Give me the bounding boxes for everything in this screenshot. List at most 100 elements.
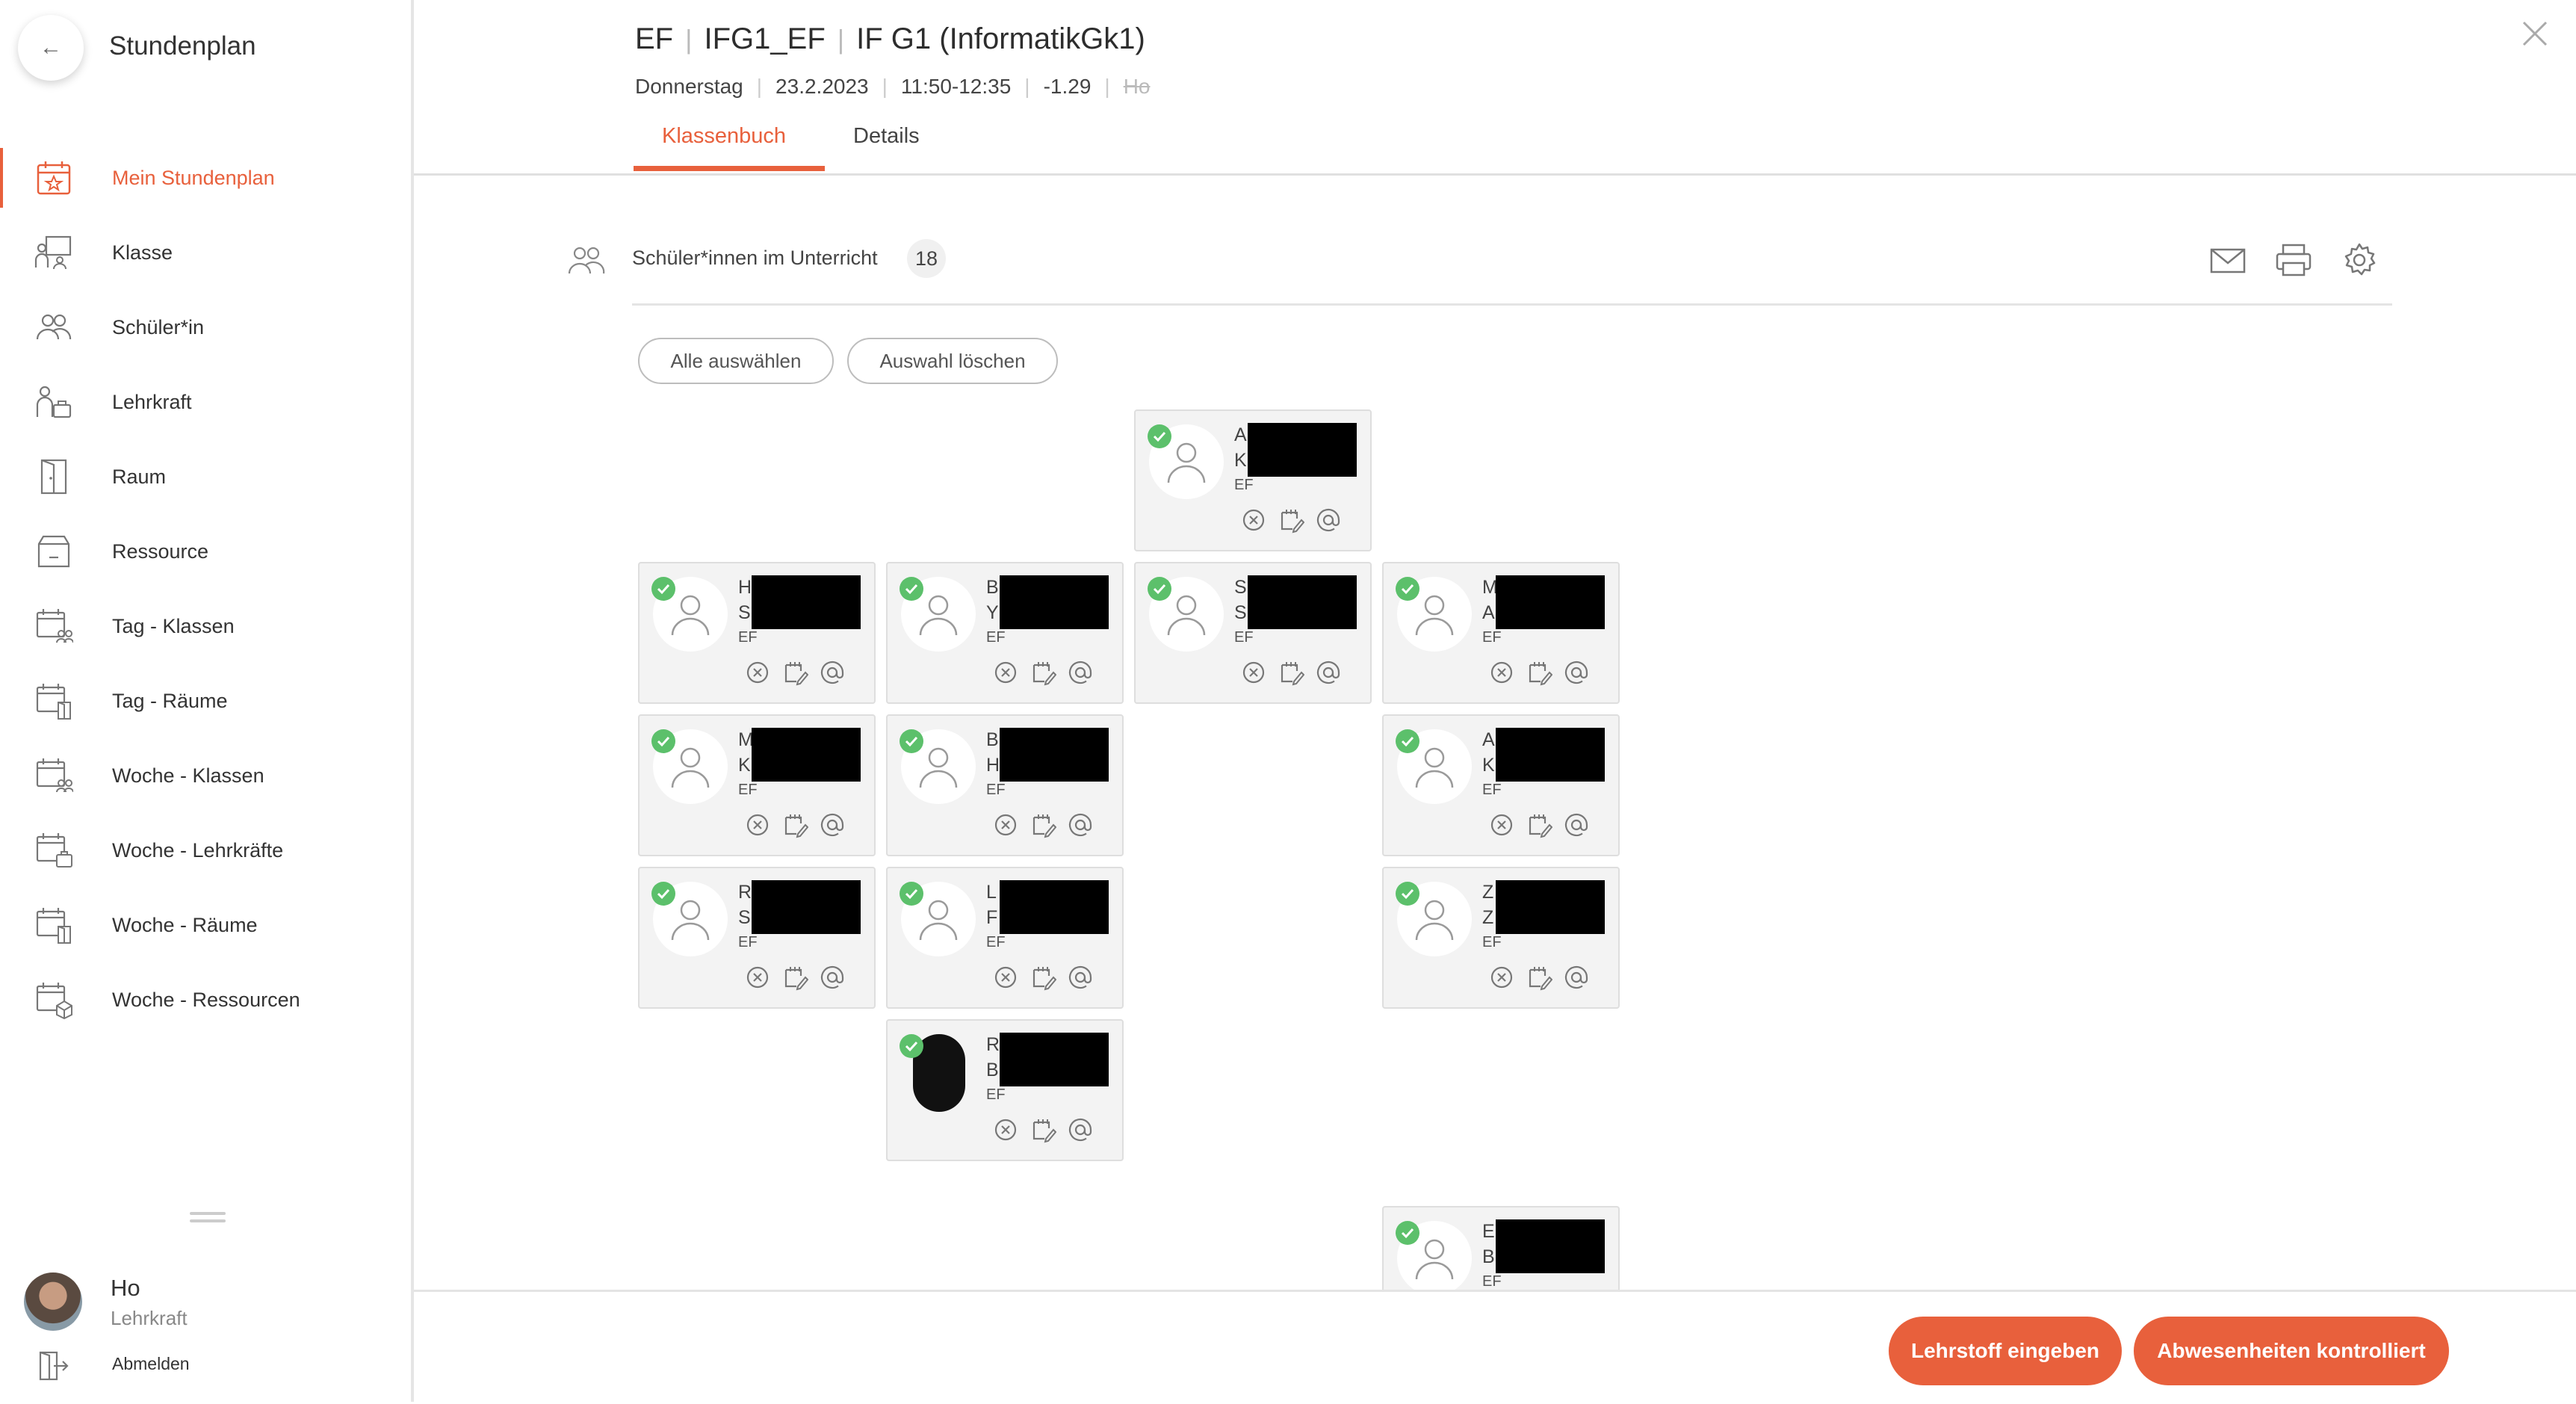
redaction-box (1000, 880, 1109, 934)
absent-icon[interactable] (1240, 659, 1267, 686)
note-edit-icon[interactable] (1526, 964, 1552, 991)
logout-button[interactable]: Abmelden (112, 1354, 190, 1374)
student-actions (1488, 964, 1590, 991)
lesson-room: -1.29 (1043, 75, 1092, 98)
at-icon[interactable] (1067, 659, 1094, 686)
student-card[interactable]: M K EF (638, 714, 876, 856)
absent-icon[interactable] (1240, 507, 1267, 534)
at-icon[interactable] (1067, 1116, 1094, 1143)
at-icon[interactable] (819, 964, 846, 991)
note-edit-icon[interactable] (781, 811, 808, 838)
at-icon[interactable] (819, 811, 846, 838)
at-icon[interactable] (1067, 964, 1094, 991)
back-button[interactable]: ← (18, 15, 84, 81)
note-edit-icon[interactable] (1526, 659, 1552, 686)
student-card[interactable]: H S EF (638, 562, 876, 704)
sidebar-drag-handle[interactable] (190, 1212, 226, 1224)
calendar-teacher-icon (36, 833, 72, 868)
print-icon[interactable] (2274, 242, 2313, 278)
present-check-icon[interactable] (900, 729, 923, 753)
present-check-icon[interactable] (900, 577, 923, 601)
sidebar: ← Stundenplan Mein Stundenplan Klasse Sc… (0, 0, 414, 1402)
note-edit-icon[interactable] (781, 659, 808, 686)
sidebar-item-raum[interactable]: Raum (0, 447, 411, 507)
sidebar-item-woche-ressourcen[interactable]: Woche - Ressourcen (0, 970, 411, 1030)
absent-icon[interactable] (992, 811, 1019, 838)
sidebar-item-woche-lehrkraefte[interactable]: Woche - Lehrkräfte (0, 820, 411, 880)
at-icon[interactable] (1315, 659, 1342, 686)
present-check-icon[interactable] (651, 577, 675, 601)
sidebar-item-lehrkraft[interactable]: Lehrkraft (0, 372, 411, 432)
absent-icon[interactable] (1488, 659, 1515, 686)
absent-icon[interactable] (992, 1116, 1019, 1143)
present-check-icon[interactable] (1396, 577, 1419, 601)
absences-checked-button[interactable]: Abwesenheiten kontrolliert (2134, 1317, 2449, 1385)
student-last-name: K (738, 755, 751, 776)
student-card[interactable]: Z Z EF (1382, 867, 1620, 1009)
note-edit-icon[interactable] (1526, 811, 1552, 838)
select-all-button[interactable]: Alle auswählen (638, 338, 834, 384)
absent-icon[interactable] (744, 659, 771, 686)
note-edit-icon[interactable] (1030, 964, 1056, 991)
note-edit-icon[interactable] (781, 964, 808, 991)
at-icon[interactable] (1315, 507, 1342, 534)
absent-icon[interactable] (744, 811, 771, 838)
present-check-icon[interactable] (1396, 1221, 1419, 1245)
sidebar-item-woche-klassen[interactable]: Woche - Klassen (0, 746, 411, 805)
student-card[interactable]: A K EF (1382, 714, 1620, 856)
enter-lesson-content-button[interactable]: Lehrstoff eingeben (1889, 1317, 2122, 1385)
logout-icon[interactable] (37, 1349, 70, 1382)
calendar-star-icon (37, 161, 71, 195)
absent-icon[interactable] (1488, 811, 1515, 838)
sidebar-item-tag-klassen[interactable]: Tag - Klassen (0, 596, 411, 656)
present-check-icon[interactable] (651, 882, 675, 906)
student-actions (1488, 659, 1590, 686)
present-check-icon[interactable] (1396, 729, 1419, 753)
students-icon (36, 314, 72, 340)
tab-klassenbuch[interactable]: Klassenbuch (662, 124, 786, 149)
student-actions (992, 811, 1094, 838)
student-card[interactable]: B Y EF (886, 562, 1124, 704)
at-icon[interactable] (1563, 811, 1590, 838)
student-card[interactable]: S S EF (1134, 562, 1372, 704)
note-edit-icon[interactable] (1030, 811, 1056, 838)
student-card[interactable]: A K EF (1134, 409, 1372, 551)
at-icon[interactable] (1067, 811, 1094, 838)
note-edit-icon[interactable] (1278, 507, 1304, 534)
sidebar-item-tag-raeume[interactable]: Tag - Räume (0, 671, 411, 731)
student-card[interactable]: M A EF (1382, 562, 1620, 704)
present-check-icon[interactable] (1148, 577, 1171, 601)
note-edit-icon[interactable] (1278, 659, 1304, 686)
students-icon (568, 247, 605, 274)
present-check-icon[interactable] (1396, 882, 1419, 906)
at-icon[interactable] (1563, 964, 1590, 991)
gear-icon[interactable] (2340, 242, 2379, 278)
at-icon[interactable] (1563, 659, 1590, 686)
present-check-icon[interactable] (1148, 424, 1171, 448)
present-check-icon[interactable] (900, 882, 923, 906)
arrow-left-icon: ← (40, 35, 62, 60)
lesson-header: EF | IFG1_EF | IF G1 (InformatikGk1) Don… (414, 0, 2576, 176)
close-icon[interactable] (2516, 15, 2554, 52)
absent-icon[interactable] (992, 964, 1019, 991)
note-edit-icon[interactable] (1030, 659, 1056, 686)
sidebar-item-klasse[interactable]: Klasse (0, 223, 411, 282)
student-card[interactable]: B H EF (886, 714, 1124, 856)
absent-icon[interactable] (992, 659, 1019, 686)
absent-icon[interactable] (744, 964, 771, 991)
tab-details[interactable]: Details (853, 124, 920, 149)
at-icon[interactable] (819, 659, 846, 686)
present-check-icon[interactable] (900, 1034, 923, 1058)
sidebar-item-mein-stundenplan[interactable]: Mein Stundenplan (0, 148, 411, 208)
clear-selection-button[interactable]: Auswahl löschen (847, 338, 1058, 384)
sidebar-item-schueler[interactable]: Schüler*in (0, 297, 411, 357)
mail-icon[interactable] (2208, 242, 2247, 278)
student-card[interactable]: R B EF (886, 1019, 1124, 1161)
note-edit-icon[interactable] (1030, 1116, 1056, 1143)
sidebar-item-woche-raeume[interactable]: Woche - Räume (0, 895, 411, 955)
absent-icon[interactable] (1488, 964, 1515, 991)
sidebar-item-ressource[interactable]: Ressource (0, 522, 411, 581)
student-card[interactable]: L F EF (886, 867, 1124, 1009)
present-check-icon[interactable] (651, 729, 675, 753)
student-card[interactable]: R S EF (638, 867, 876, 1009)
